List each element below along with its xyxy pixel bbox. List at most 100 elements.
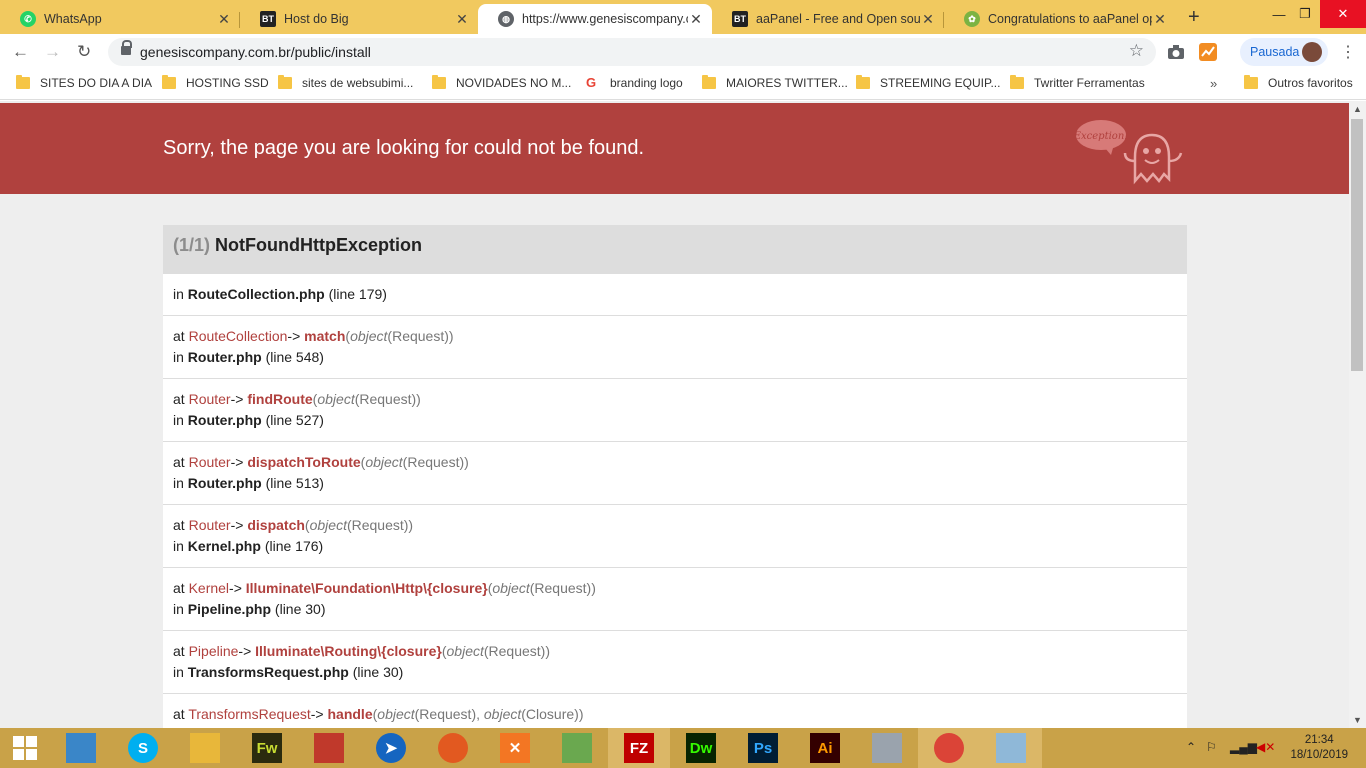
bookmark-label: NOVIDADES NO M...	[456, 76, 572, 90]
arg-type: object	[309, 517, 347, 533]
bookmark-label: Outros favoritos	[1268, 76, 1353, 90]
volume-muted-icon[interactable]: ◀✕	[1256, 740, 1275, 754]
trace-class[interactable]: TransformsRequest	[188, 706, 310, 722]
bookmark-label: sites de websubimi...	[302, 76, 414, 90]
trace-class[interactable]: Kernel	[189, 580, 229, 596]
scrollbar-thumb[interactable]	[1351, 119, 1363, 371]
chevron-right-icon[interactable]: »	[1210, 76, 1217, 91]
taskbar-app-button[interactable]	[422, 728, 484, 768]
browser-tab-bar: ✆ WhatsApp ✕ BT Host do Big ✕ ◍ https://…	[0, 0, 1366, 34]
in-keyword: in	[173, 286, 184, 302]
trace-class[interactable]: Router	[189, 454, 231, 470]
close-icon[interactable]: ✕	[920, 11, 936, 28]
reload-icon[interactable]: ↻	[77, 42, 91, 62]
google-icon: G	[586, 75, 597, 90]
window-close-button[interactable]: ✕	[1320, 0, 1366, 28]
bookmark-twritter-ferramentas[interactable]: Twritter Ferramentas	[1010, 75, 1145, 90]
taskbar-app-button[interactable]	[546, 728, 608, 768]
notepad-icon	[562, 733, 592, 763]
tab-title: aaPanel - Free and Open source	[756, 12, 920, 26]
taskbar-app-button[interactable]: ➤	[360, 728, 422, 768]
arrow-operator: ->	[230, 517, 244, 533]
bookmark-sites-do-dia-a-dia[interactable]: SITES DO DIA A DIA	[16, 75, 152, 90]
bookmark-streeming-equip[interactable]: STREEMING EQUIP...	[856, 75, 1000, 90]
trace-location: in Router.php (line 513)	[173, 475, 324, 491]
trace-class[interactable]: RouteCollection	[189, 328, 288, 344]
taskbar-app-button[interactable]: Ps	[732, 728, 794, 768]
tab-genesiscompany[interactable]: ◍ https://www.genesiscompany.co ✕	[478, 4, 712, 34]
bookmark-novidades[interactable]: NOVIDADES NO M...	[432, 75, 572, 90]
scrollbar[interactable]: ▲ ▼	[1349, 101, 1366, 728]
forward-icon[interactable]: →	[44, 42, 61, 62]
folder-icon	[1010, 75, 1024, 89]
trace-line: (line 179)	[328, 286, 387, 302]
back-icon[interactable]: ←	[12, 42, 29, 62]
taskbar-app-button[interactable]	[174, 728, 236, 768]
address-bar[interactable]: genesiscompany.com.br/public/install ☆	[108, 38, 1156, 66]
folder-icon	[432, 75, 446, 89]
lock-icon	[121, 40, 132, 55]
taskbar-app-button[interactable]: Ai	[794, 728, 856, 768]
taskbar-app-button[interactable]	[298, 728, 360, 768]
taskbar-app-button[interactable]: Dw	[670, 728, 732, 768]
network-icon[interactable]: ▂▄▆	[1230, 740, 1257, 754]
bookmark-sites-de-websubimi[interactable]: sites de websubimi...	[278, 75, 414, 90]
tab-aapanel[interactable]: BT aaPanel - Free and Open source ✕	[712, 4, 944, 34]
clock-date: 18/10/2019	[1290, 749, 1348, 761]
folder-icon	[16, 75, 30, 89]
chrome-icon	[934, 733, 964, 763]
bookmark-label: MAIORES TWITTER...	[726, 76, 848, 90]
clock[interactable]: 21:34 18/10/2019	[1290, 733, 1348, 763]
trace-call: at Router-> dispatchToRoute(object(Reque…	[173, 454, 469, 470]
taskbar-app-button[interactable]	[980, 728, 1042, 768]
chevron-up-icon[interactable]: ⌃	[1186, 740, 1196, 754]
taskbar-app-button[interactable]	[856, 728, 918, 768]
menu-dots-icon[interactable]: ⋮	[1340, 42, 1356, 62]
new-tab-button[interactable]: +	[1188, 6, 1200, 29]
flag-icon[interactable]: ⚐	[1206, 740, 1217, 754]
scroll-up-icon[interactable]: ▲	[1353, 104, 1362, 114]
taskbar-app-button[interactable]: Fw	[236, 728, 298, 768]
taskbar-app-button[interactable]: S	[112, 728, 174, 768]
trace-call: at Pipeline-> Illuminate\Routing\{closur…	[173, 643, 551, 659]
start-button[interactable]	[0, 728, 50, 768]
trace-row: at TransformsRequest-> handle(object(Req…	[163, 693, 1187, 728]
bookmark-star-icon[interactable]: ☆	[1129, 41, 1144, 61]
camera-icon[interactable]	[1166, 42, 1186, 62]
taskbar-app-button[interactable]: ✕	[484, 728, 546, 768]
analytics-extension-icon[interactable]	[1198, 42, 1218, 62]
bt-icon: BT	[732, 11, 748, 27]
bookmark-outros-favoritos[interactable]: Outros favoritos	[1244, 75, 1353, 90]
taskbar-app-button[interactable]	[50, 728, 112, 768]
trace-line: (line 513)	[265, 475, 324, 491]
trace-location: in Pipeline.php (line 30)	[173, 601, 326, 617]
close-icon[interactable]: ✕	[454, 11, 470, 28]
bookmark-hosting-ssd[interactable]: HOSTING SSD	[162, 75, 269, 90]
tab-whatsapp[interactable]: ✆ WhatsApp ✕	[0, 4, 240, 34]
bookmark-branding-logo[interactable]: Gbranding logo	[586, 75, 683, 91]
remote-desktop-icon	[996, 733, 1026, 763]
bookmark-maiores-twitter[interactable]: MAIORES TWITTER...	[702, 75, 848, 90]
close-icon[interactable]: ✕	[1152, 11, 1168, 28]
trace-file: Router.php	[187, 349, 262, 365]
arg-type: object	[350, 328, 388, 344]
close-icon[interactable]: ✕	[216, 11, 232, 28]
at-keyword: at	[173, 643, 185, 659]
taskbar-app-button[interactable]	[918, 728, 980, 768]
scroll-down-icon[interactable]: ▼	[1353, 715, 1362, 725]
close-icon[interactable]: ✕	[688, 11, 704, 28]
trace-class[interactable]: Pipeline	[189, 643, 239, 659]
arg-value: (Request)	[483, 643, 546, 659]
trace-line: (line 527)	[265, 412, 324, 428]
taskbar-app-button[interactable]: FZ	[608, 728, 670, 768]
tab-congratulations[interactable]: ✿ Congratulations to aaPanel ope ✕	[944, 4, 1176, 34]
trace-class[interactable]: Router	[189, 517, 231, 533]
folder-icon	[190, 733, 220, 763]
url-text: genesiscompany.com.br/public/install	[140, 44, 371, 60]
trace-class[interactable]: Router	[189, 391, 231, 407]
trace-row: at Pipeline-> Illuminate\Routing\{closur…	[163, 630, 1187, 693]
illustrator-icon: Ai	[810, 733, 840, 763]
aapanel-icon: ✿	[964, 11, 980, 27]
profile-button[interactable]: Pausada	[1240, 38, 1328, 66]
tab-host-do-big[interactable]: BT Host do Big ✕	[240, 4, 478, 34]
